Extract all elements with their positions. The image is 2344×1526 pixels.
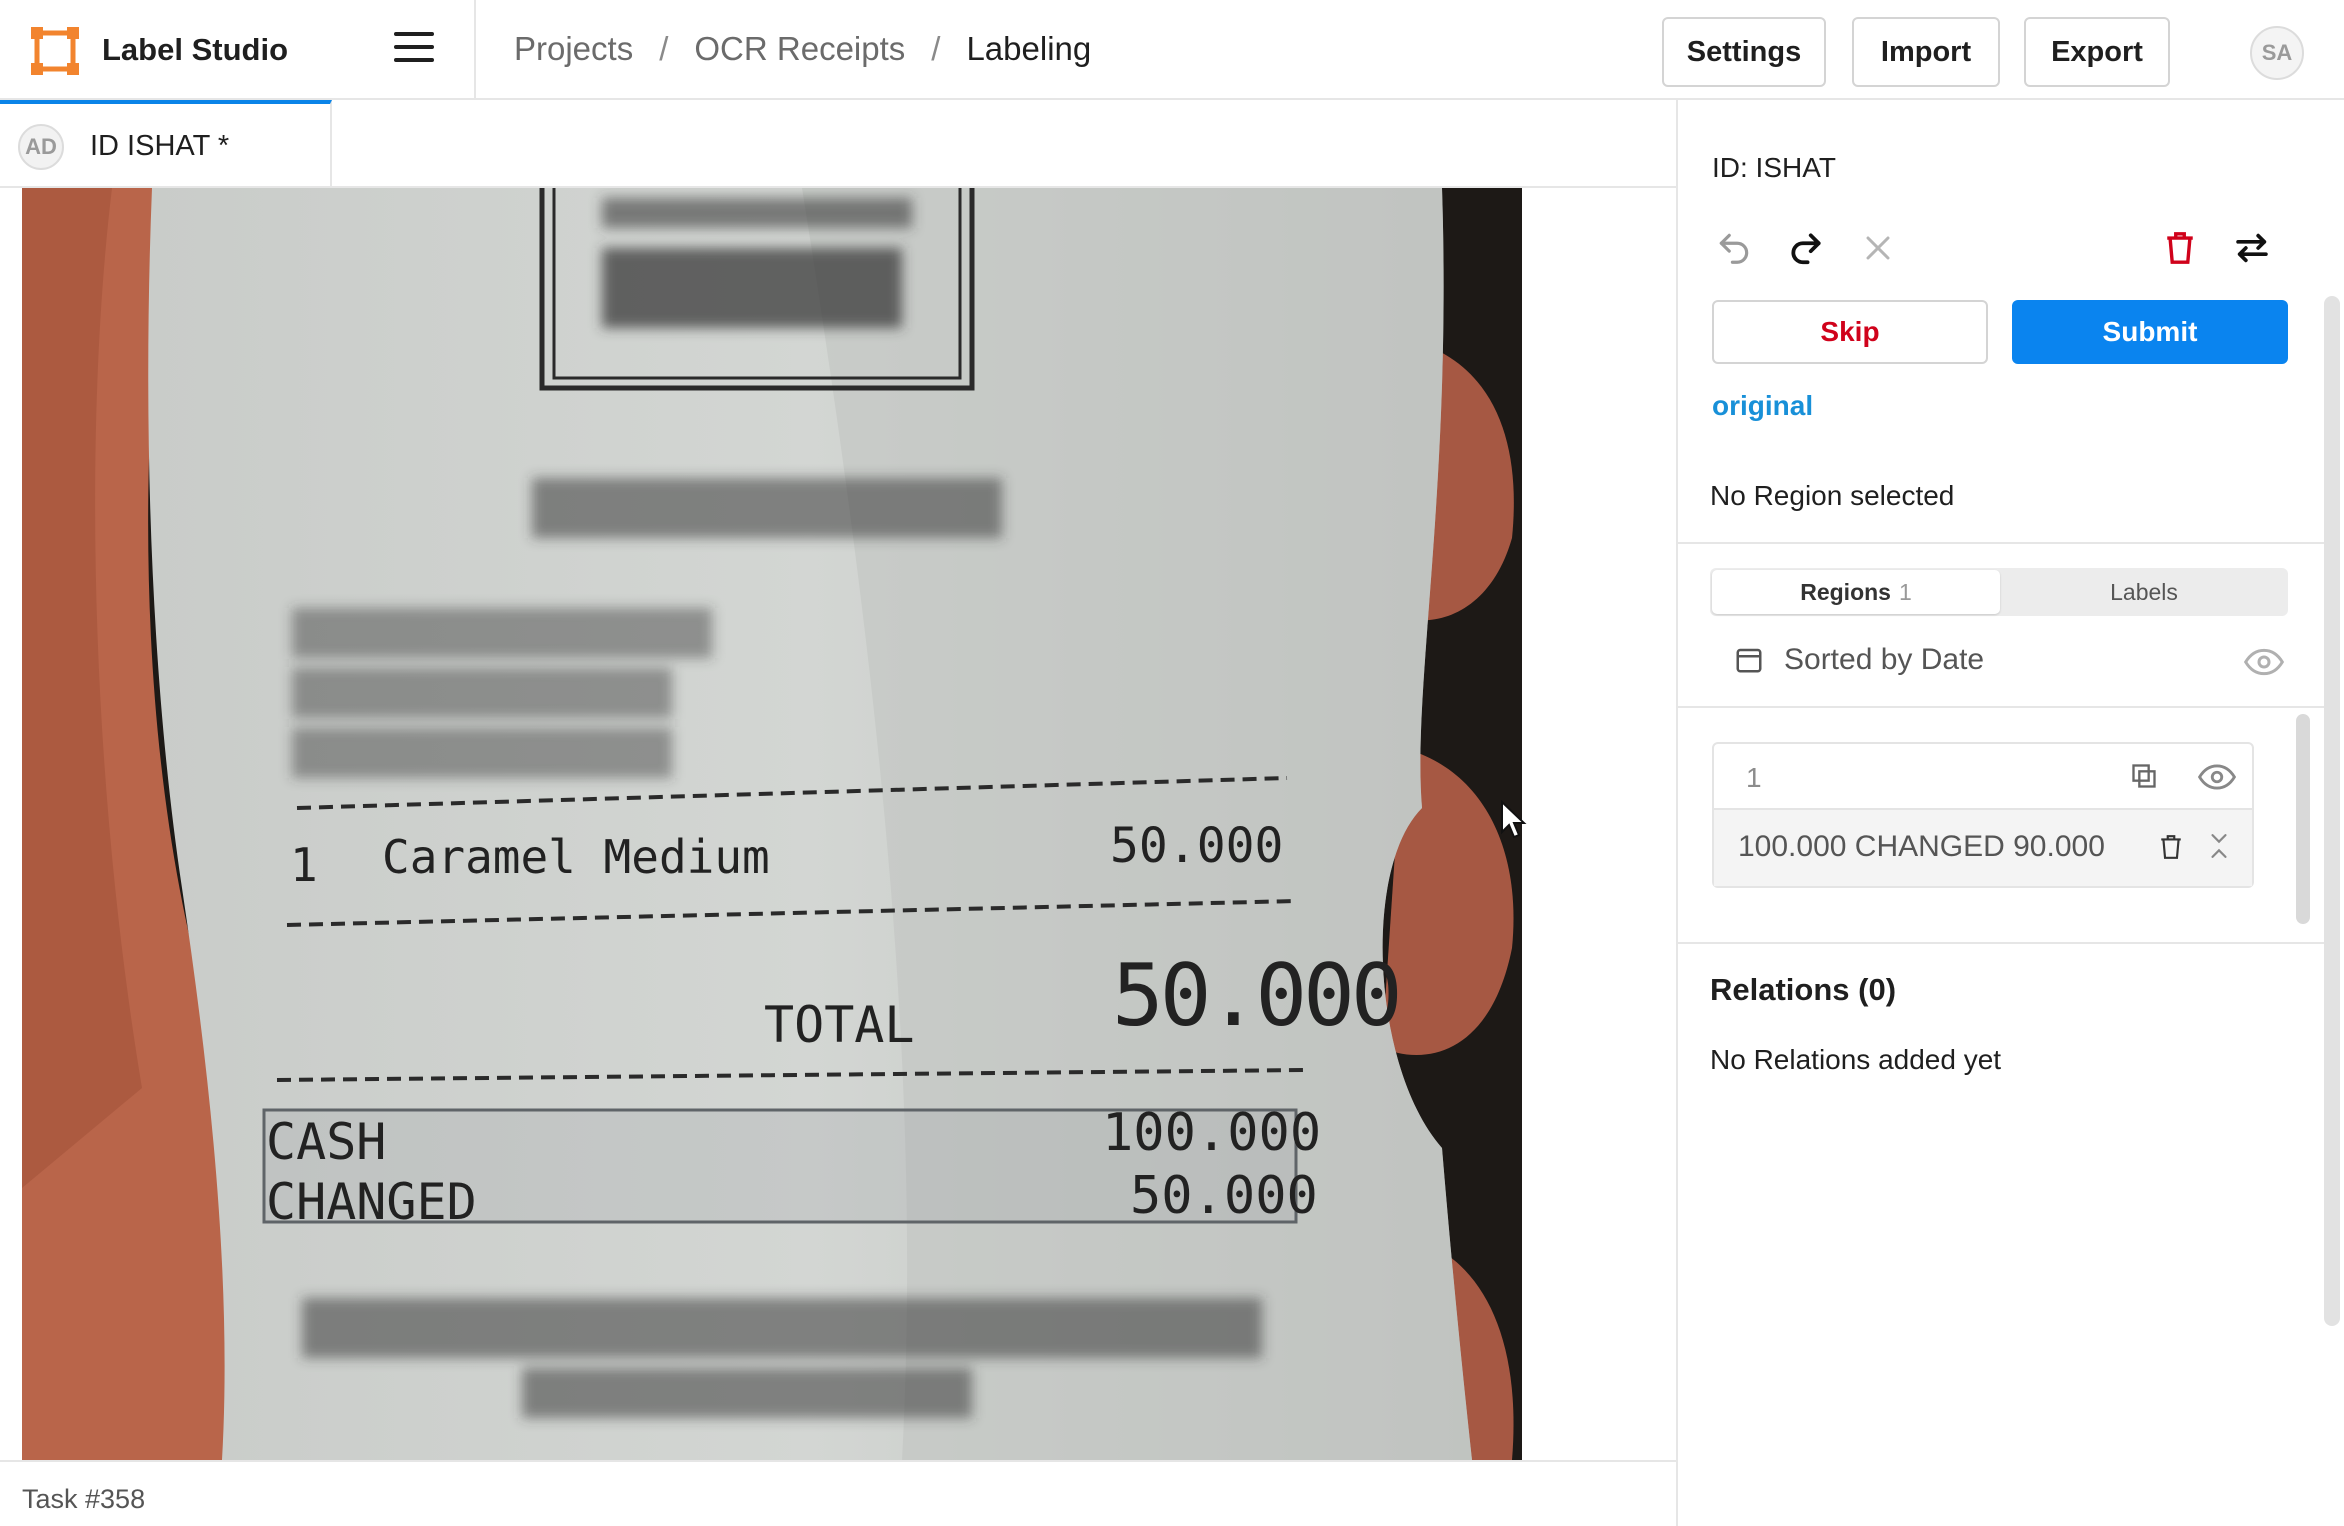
collapse-icon[interactable]: [2206, 830, 2232, 862]
receipt-total-label: TOTAL: [764, 996, 915, 1054]
receipt-item-name: Caramel Medium: [382, 830, 770, 884]
divider: [1678, 542, 2326, 544]
sort-label: Sorted by Date: [1784, 643, 1985, 676]
regions-count: 1: [1898, 578, 1912, 605]
original-link[interactable]: original: [1712, 390, 1813, 422]
panel-scrollbar[interactable]: [2324, 296, 2340, 1326]
region-text-row: 100.000 CHANGED 90.000: [1714, 810, 2252, 886]
tab-label: ID ISHAT *: [90, 130, 230, 162]
receipt-cash-value: 100.000: [1102, 1103, 1322, 1163]
label-studio-logo-icon[interactable]: [30, 26, 80, 76]
breadcrumb-project[interactable]: OCR Receipts: [694, 30, 905, 68]
task-number: Task #358: [22, 1484, 146, 1514]
region-text[interactable]: 100.000 CHANGED 90.000: [1738, 830, 2105, 864]
region-item[interactable]: 1 100.000 CHANGED 90.000: [1712, 742, 2254, 888]
user-avatar[interactable]: SA: [2250, 26, 2304, 80]
receipt-item-qty: 1: [290, 838, 318, 892]
breadcrumb-projects[interactable]: Projects: [514, 30, 633, 68]
trash-icon[interactable]: [2158, 832, 2184, 862]
sort-control[interactable]: Sorted by Date: [1734, 640, 1984, 680]
receipt-item-price: 50.000: [1110, 818, 1284, 874]
receipt-changed-value: 50.000: [1130, 1166, 1318, 1226]
trash-icon[interactable]: [2158, 226, 2202, 270]
no-region-message: No Region selected: [1710, 480, 1955, 511]
close-icon[interactable]: [1856, 226, 1900, 270]
status-bar: Task #358: [0, 1460, 1676, 1526]
calendar-icon: [1736, 648, 1762, 673]
export-button[interactable]: Export: [2024, 17, 2170, 87]
duplicate-icon[interactable]: [2130, 762, 2158, 790]
annotation-tabs: AD ID ISHAT *: [0, 100, 1676, 188]
breadcrumb-current: Labeling: [966, 30, 1092, 67]
swap-arrows-icon[interactable]: [2230, 226, 2274, 270]
header-divider: [474, 0, 476, 100]
submit-button[interactable]: Submit: [2012, 300, 2288, 364]
receipt-total-value: 50.000: [1112, 946, 1403, 1046]
image-canvas[interactable]: 1 Caramel Medium 50.000 TOTAL 50.000 CAS…: [22, 188, 1522, 1460]
divider: [1678, 706, 2326, 708]
breadcrumb-separator: /: [659, 30, 669, 67]
redo-icon[interactable]: [1784, 226, 1828, 270]
tab-regions-label: Regions: [1800, 578, 1891, 605]
regions-scrollbar[interactable]: [2296, 714, 2310, 924]
skip-button[interactable]: Skip: [1712, 300, 1988, 364]
receipt-cash-label: CASH: [266, 1113, 387, 1171]
region-header: 1: [1714, 744, 2252, 810]
mouse-cursor-icon: [1501, 800, 1527, 839]
import-button[interactable]: Import: [1852, 17, 2000, 87]
tab-labels[interactable]: Labels: [2000, 570, 2288, 614]
eye-icon[interactable]: [2198, 764, 2236, 790]
region-index: 1: [1746, 762, 1762, 793]
annotator-avatar: AD: [18, 124, 64, 170]
relations-empty-message: No Relations added yet: [1710, 1044, 2002, 1075]
side-panel: ID: ISHAT Skip Submit original No Region…: [1676, 100, 2344, 1526]
receipt-changed-label: CHANGED: [266, 1173, 477, 1231]
settings-button[interactable]: Settings: [1662, 17, 1826, 87]
top-header: Label Studio Projects / OCR Receipts / L…: [0, 0, 2344, 100]
divider: [1678, 942, 2326, 944]
app-title: Label Studio: [102, 32, 288, 67]
breadcrumb: Projects / OCR Receipts / Labeling: [514, 30, 1091, 68]
hamburger-menu-icon[interactable]: [394, 32, 434, 68]
tab-annotation[interactable]: AD ID ISHAT *: [0, 100, 332, 188]
task-id: ID: ISHAT: [1712, 152, 1836, 183]
relations-title: Relations (0): [1710, 972, 1897, 1007]
tab-regions[interactable]: Regions 1: [1712, 570, 2000, 614]
receipt-photo: [22, 188, 1522, 1460]
regions-labels-switch: Regions 1 Labels: [1710, 568, 2288, 616]
eye-icon[interactable]: [2244, 648, 2284, 676]
undo-icon[interactable]: [1712, 226, 1756, 270]
breadcrumb-separator: /: [931, 30, 941, 67]
